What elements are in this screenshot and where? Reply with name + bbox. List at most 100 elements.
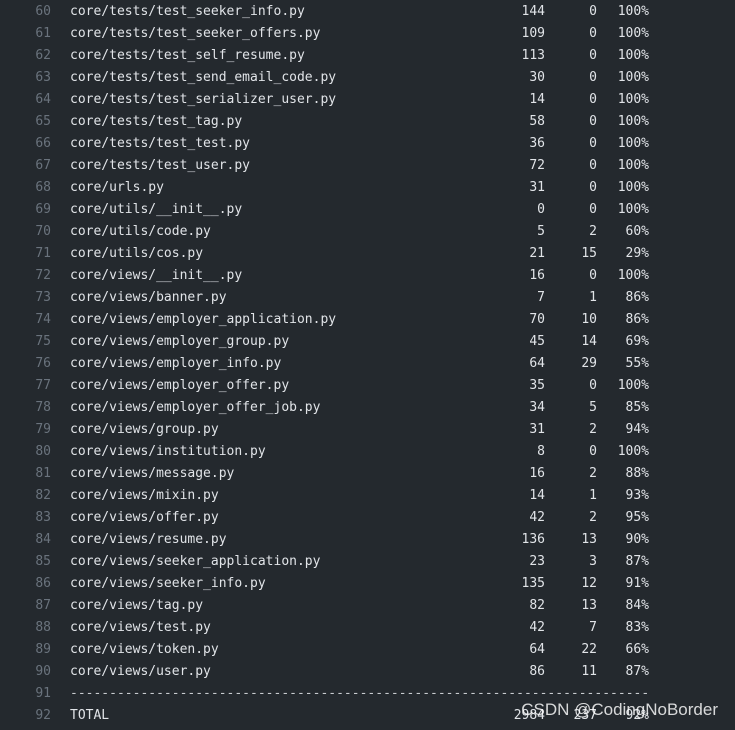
log-line: 65 core/tests/test_tag.py 58 0 100%: [0, 111, 735, 133]
file-path: core/views/institution.py: [70, 444, 266, 459]
coverage-percent: 87%: [625, 664, 649, 679]
log-line: 90 core/views/user.py 86 11 87%: [0, 661, 735, 683]
stmts-count: 42: [529, 510, 545, 525]
miss-count: 2: [589, 224, 597, 239]
log-line: 80 core/views/institution.py 8 0 100%: [0, 441, 735, 463]
coverage-percent: 100%: [617, 136, 649, 151]
log-line: 79 core/views/group.py 31 2 94%: [0, 419, 735, 441]
miss-count: 0: [589, 26, 597, 41]
coverage-percent: 55%: [625, 356, 649, 371]
coverage-percent: 100%: [617, 92, 649, 107]
log-line: 60 core/tests/test_seeker_info.py 144 0 100%: [0, 1, 735, 23]
file-path: core/views/banner.py: [70, 290, 227, 305]
file-path: core/tests/test_test.py: [70, 136, 251, 151]
stmts-count: 31: [529, 180, 545, 195]
line-number: 75: [35, 334, 51, 349]
watermark: CSDN @CodingNoBorder: [521, 700, 718, 719]
stmts-count: 5: [537, 224, 545, 239]
log-line: 62 core/tests/test_self_resume.py 113 0 100%: [0, 45, 735, 67]
file-path: core/views/employer_application.py: [70, 312, 337, 327]
miss-count: 10: [581, 312, 597, 327]
log-line: 63 core/tests/test_send_email_code.py 30 0 1…: [0, 67, 735, 89]
stmts-count: 35: [529, 378, 545, 393]
miss-count: 2: [589, 422, 597, 437]
coverage-percent: 100%: [617, 378, 649, 393]
stmts-count: 7: [537, 290, 545, 305]
log-line: 82 core/views/mixin.py 14 1 93%: [0, 485, 735, 507]
file-path: core/views/resume.py: [70, 532, 227, 547]
log-line: 77 core/views/employer_offer.py 35 0 100%: [0, 375, 735, 397]
stmts-count: 14: [529, 488, 545, 503]
miss-count: 1: [589, 488, 597, 503]
miss-count: 0: [589, 70, 597, 85]
stmts-count: 144: [521, 4, 545, 19]
stmts-count: 14: [529, 92, 545, 107]
log-line: 73 core/views/banner.py 7 1 86%: [0, 287, 735, 309]
line-number: 65: [35, 114, 51, 129]
line-number: 91: [35, 686, 51, 701]
miss-count: 13: [581, 598, 597, 613]
file-path: core/tests/test_self_resume.py: [70, 48, 305, 63]
miss-count: 0: [589, 92, 597, 107]
log-line: 72 core/views/__init__.py 16 0 100%: [0, 265, 735, 287]
file-path: core/views/employer_group.py: [70, 334, 290, 349]
coverage-percent: 88%: [625, 466, 649, 481]
log-line: 64 core/tests/test_serializer_user.py 14 0 1…: [0, 89, 735, 111]
line-number: 70: [35, 224, 51, 239]
miss-count: 29: [581, 356, 597, 371]
coverage-percent: 87%: [625, 554, 649, 569]
stmts-count: 8: [537, 444, 545, 459]
stmts-count: 31: [529, 422, 545, 437]
stmts-count: 82: [529, 598, 545, 613]
stmts-count: 72: [529, 158, 545, 173]
file-path: core/utils/code.py: [70, 224, 211, 239]
line-number: 71: [35, 246, 51, 261]
miss-count: 0: [589, 180, 597, 195]
line-number: 62: [35, 48, 51, 63]
coverage-percent: 100%: [617, 4, 649, 19]
coverage-percent: 100%: [617, 180, 649, 195]
miss-count: 1: [589, 290, 597, 305]
file-path: core/tests/test_user.py: [70, 158, 251, 173]
line-number: 77: [35, 378, 51, 393]
coverage-percent: 100%: [617, 444, 649, 459]
line-number: 64: [35, 92, 51, 107]
log-line: 75 core/views/employer_group.py 45 14 69%: [0, 331, 735, 353]
stmts-count: 21: [529, 246, 545, 261]
log-line: 68 core/urls.py 31 0 100%: [0, 177, 735, 199]
miss-count: 2: [589, 510, 597, 525]
log-line: 67 core/tests/test_user.py 72 0 100%: [0, 155, 735, 177]
file-path: core/views/mixin.py: [70, 488, 219, 503]
stmts-count: 64: [529, 642, 545, 657]
miss-count: 12: [581, 576, 597, 591]
stmts-count: 135: [521, 576, 545, 591]
line-number: 87: [35, 598, 51, 613]
file-path: core/views/message.py: [70, 466, 235, 481]
coverage-percent: 69%: [625, 334, 649, 349]
file-path: core/views/employer_offer.py: [70, 378, 290, 393]
line-number: 79: [35, 422, 51, 437]
miss-count: 0: [589, 268, 597, 283]
log-line: 78 core/views/employer_offer_job.py 34 5 85%: [0, 397, 735, 419]
coverage-percent: 100%: [617, 268, 649, 283]
line-number: 73: [35, 290, 51, 305]
file-path: core/views/seeker_info.py: [70, 576, 266, 591]
line-number: 80: [35, 444, 51, 459]
coverage-percent: 91%: [625, 576, 649, 591]
file-path: core/tests/test_send_email_code.py: [70, 70, 337, 85]
log-line: 71 core/utils/cos.py 21 15 29%: [0, 243, 735, 265]
stmts-count: 16: [529, 466, 545, 481]
file-path: core/views/tag.py: [70, 598, 204, 613]
stmts-count: 34: [529, 400, 545, 415]
stmts-count: 113: [521, 48, 545, 63]
miss-count: 2: [589, 466, 597, 481]
log-line: 76 core/views/employer_info.py 64 29 55%: [0, 353, 735, 375]
miss-count: 0: [589, 444, 597, 459]
coverage-percent: 60%: [625, 224, 649, 239]
log-line: 84 core/views/resume.py 136 13 90%: [0, 529, 735, 551]
log-line: 85 core/views/seeker_application.py 23 3 87%: [0, 551, 735, 573]
file-path: core/views/__init__.py: [70, 268, 243, 283]
coverage-percent: 94%: [625, 422, 649, 437]
stmts-count: 42: [529, 620, 545, 635]
line-number: 72: [35, 268, 51, 283]
